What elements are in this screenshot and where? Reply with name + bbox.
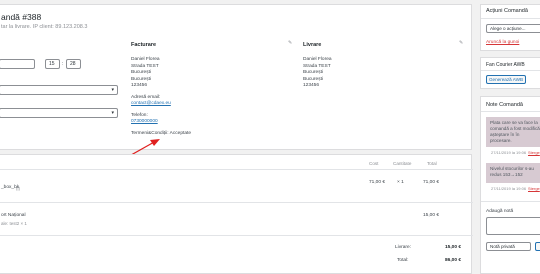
shipping-method-meta: ale: test2 × 1 xyxy=(1,221,27,226)
order-note: Plata care se va face la comandă a fost … xyxy=(486,117,540,147)
generate-awb-button[interactable]: Generează AWB xyxy=(486,75,526,84)
order-actions-box: Acțiuni Comandă Alege o acțiune... Arunc… xyxy=(480,4,540,51)
order-note: Nivelul stocurilor s-au redus 153→152 xyxy=(486,163,540,183)
totals-total-label: Total: xyxy=(397,258,409,263)
order-items-panel: Cost Cantitate Total _box_bk (i) 71,00 €… xyxy=(0,154,473,274)
add-note-divider xyxy=(481,201,540,202)
header-divider xyxy=(0,169,473,170)
trash-link[interactable]: Aruncă la gunoi xyxy=(486,40,519,45)
note-meta: 27/11/2019 la 19:06 xyxy=(491,186,527,191)
delete-note-link[interactable]: Șterge xyxy=(528,186,540,191)
fancourier-divider xyxy=(481,70,540,71)
item-qty: × 1 xyxy=(397,180,404,185)
col-total-header: Total xyxy=(427,161,437,166)
fan-courier-box: Fan Courier AWB Generează AWB xyxy=(480,57,540,89)
col-cost-header: Cost xyxy=(369,161,379,166)
delete-note-link[interactable]: Șterge xyxy=(528,150,540,155)
totals-divider xyxy=(0,235,473,236)
fancourier-title: Fan Courier AWB xyxy=(486,62,525,68)
col-qty-header: Cantitate xyxy=(393,161,412,166)
add-note-button[interactable] xyxy=(535,242,540,251)
items-divider xyxy=(0,202,473,203)
totals-shipping-label: Livrare: xyxy=(395,245,411,250)
actions-title: Acțiuni Comandă xyxy=(486,8,528,14)
shipping-total: 15,00 € xyxy=(423,213,440,218)
item-total: 71,00 € xyxy=(423,180,440,185)
note-type-select[interactable]: Notă privată xyxy=(486,242,531,251)
notes-title: Note Comandă xyxy=(486,102,523,108)
order-notes-box: Note Comandă Plata care se va face la co… xyxy=(480,96,540,274)
notes-divider xyxy=(481,111,540,112)
note-meta: 27/11/2019 la 19:06 xyxy=(491,150,527,155)
order-action-select[interactable]: Alege o acțiune... xyxy=(486,24,540,33)
add-note-label: Adaugă notă xyxy=(486,209,514,214)
item-cost: 71,00 € xyxy=(369,180,386,185)
totals-total-value: 86,00 € xyxy=(445,258,462,263)
shipping-method-name: ort Național xyxy=(1,213,26,218)
item-info-icon: (i) xyxy=(16,186,20,191)
totals-shipping-value: 15,00 € xyxy=(445,245,462,250)
actions-divider xyxy=(481,18,540,19)
note-textarea[interactable] xyxy=(486,217,540,235)
